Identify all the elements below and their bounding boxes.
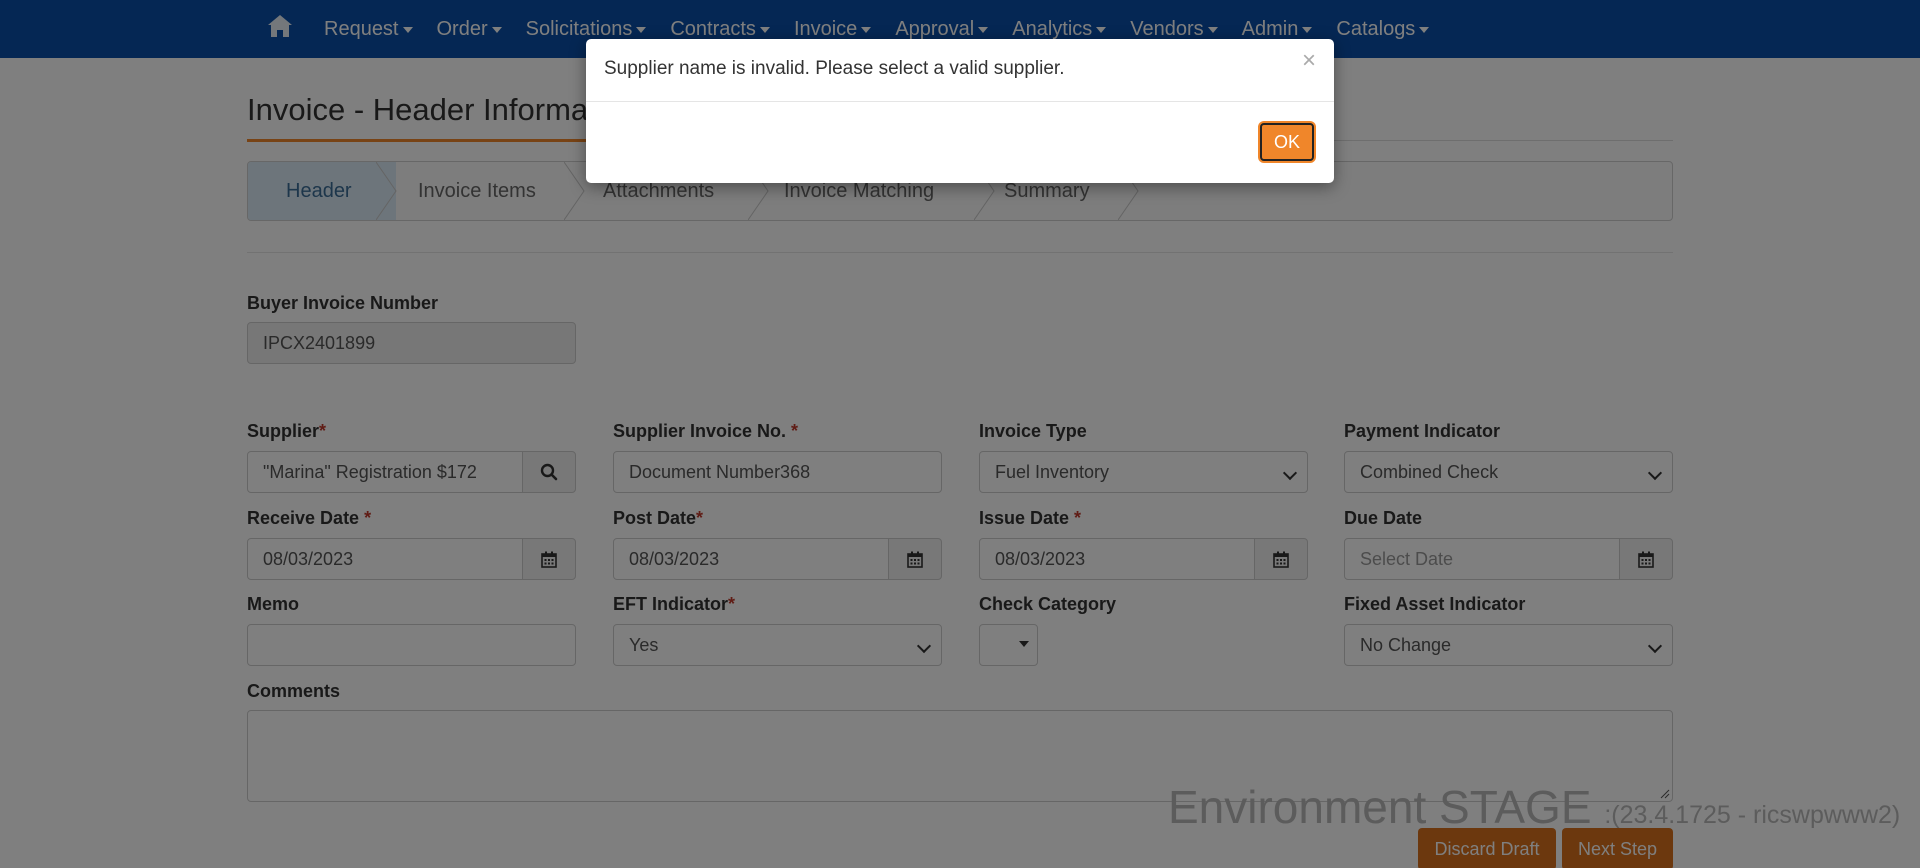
ok-button[interactable]: OK [1260,123,1314,161]
close-icon[interactable]: × [1302,47,1316,75]
modal-divider [586,101,1334,102]
alert-message: Supplier name is invalid. Please select … [604,58,1065,79]
alert-dialog: Supplier name is invalid. Please select … [586,39,1334,183]
